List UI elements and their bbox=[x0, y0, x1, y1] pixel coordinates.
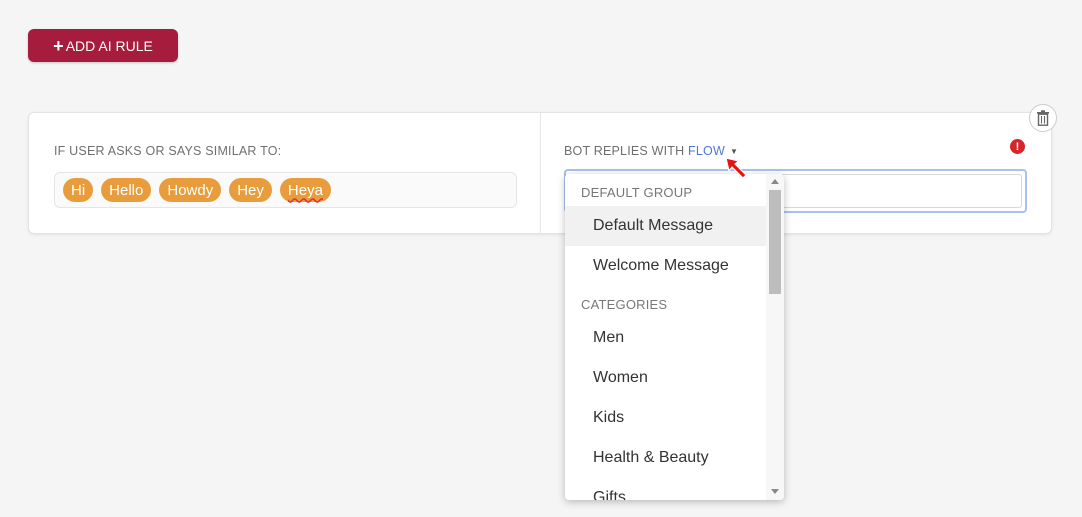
phrase-tag[interactable]: Hey bbox=[229, 178, 272, 202]
option-women[interactable]: Women bbox=[565, 358, 766, 398]
option-group-label: CATEGORIES bbox=[581, 297, 668, 312]
bot-replies-prefix: BOT REPLIES WITH bbox=[564, 144, 685, 158]
user-says-label: IF USER ASKS OR SAYS SIMILAR TO: bbox=[54, 144, 282, 158]
phrase-tag[interactable]: Hi bbox=[63, 178, 94, 202]
phrase-tag[interactable]: Hello bbox=[101, 178, 152, 202]
option-gifts[interactable]: Gifts bbox=[565, 478, 766, 500]
red-arrow-pointer-icon bbox=[725, 157, 747, 179]
delete-rule-button[interactable] bbox=[1029, 104, 1057, 132]
error-icon: ! bbox=[1010, 139, 1025, 154]
option-health-beauty[interactable]: Health & Beauty bbox=[565, 438, 766, 478]
option-kids[interactable]: Kids bbox=[565, 398, 766, 438]
option-men[interactable]: Men bbox=[565, 318, 766, 358]
flow-dropdown-menu: DEFAULT GROUP Default Message Welcome Me… bbox=[565, 174, 784, 500]
bot-replies-label: BOT REPLIES WITH FLOW ▼ bbox=[564, 144, 738, 158]
plus-icon: + bbox=[53, 35, 64, 56]
option-default-message[interactable]: Default Message bbox=[565, 206, 766, 246]
flow-options-list: DEFAULT GROUP Default Message Welcome Me… bbox=[565, 174, 766, 500]
ai-rule-card: IF USER ASKS OR SAYS SIMILAR TO: Hi Hell… bbox=[28, 112, 1052, 234]
scrollbar-thumb[interactable] bbox=[769, 190, 781, 294]
trash-icon bbox=[1037, 110, 1049, 126]
add-ai-rule-label: ADD AI RULE bbox=[65, 37, 153, 54]
scroll-down-arrow-icon[interactable] bbox=[771, 489, 779, 494]
column-divider bbox=[540, 113, 541, 233]
option-welcome-message[interactable]: Welcome Message bbox=[565, 246, 766, 286]
phrase-tag[interactable]: Heya bbox=[279, 178, 331, 202]
caret-down-icon: ▼ bbox=[729, 147, 739, 157]
scroll-up-arrow-icon[interactable] bbox=[771, 179, 779, 184]
phrases-input[interactable]: Hi Hello Howdy Hey Heya bbox=[54, 172, 517, 208]
add-ai-rule-button[interactable]: + ADD AI RULE bbox=[28, 29, 178, 62]
dropdown-scrollbar[interactable] bbox=[766, 174, 784, 500]
phrase-tag[interactable]: Howdy bbox=[159, 178, 222, 202]
